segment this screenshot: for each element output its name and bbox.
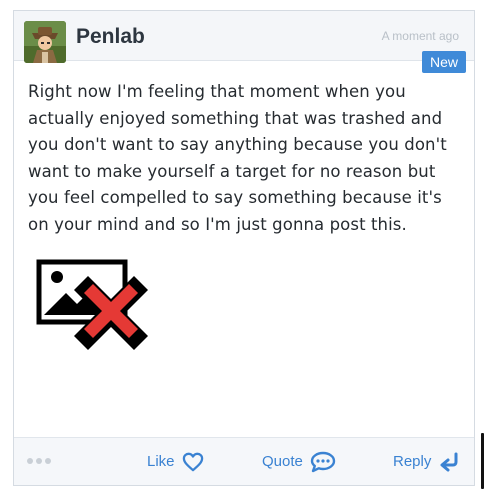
post-timestamp: A moment ago	[381, 29, 459, 43]
avatar-image	[24, 21, 66, 63]
quote-label: Quote	[262, 453, 303, 470]
page: Penlab A moment ago New Right now I'm fe…	[0, 0, 488, 500]
heart-icon	[182, 452, 203, 472]
like-label: Like	[147, 453, 175, 470]
dot	[36, 458, 42, 464]
new-badge: New	[421, 51, 466, 73]
post-body-text: Right now I'm feeling that moment when y…	[28, 82, 447, 234]
forum-post-card: Penlab A moment ago New Right now I'm fe…	[13, 10, 475, 486]
post-author[interactable]: Penlab	[76, 24, 145, 50]
speech-bubble-icon	[310, 451, 336, 473]
dot	[45, 458, 51, 464]
broken-image-icon	[36, 259, 154, 355]
scrollbar-thumb[interactable]	[481, 433, 484, 489]
quote-button[interactable]: Quote	[262, 450, 336, 474]
reply-button[interactable]: Reply	[393, 450, 460, 474]
post-actions-bar: Like Quote Reply	[14, 437, 474, 485]
reply-label: Reply	[393, 453, 432, 470]
like-button[interactable]: Like	[147, 450, 204, 474]
reply-arrow-icon	[440, 452, 458, 472]
more-options-icon[interactable]	[27, 454, 55, 468]
user-avatar[interactable]	[24, 21, 66, 63]
post-header: Penlab A moment ago New	[14, 11, 474, 73]
dot	[27, 458, 33, 464]
